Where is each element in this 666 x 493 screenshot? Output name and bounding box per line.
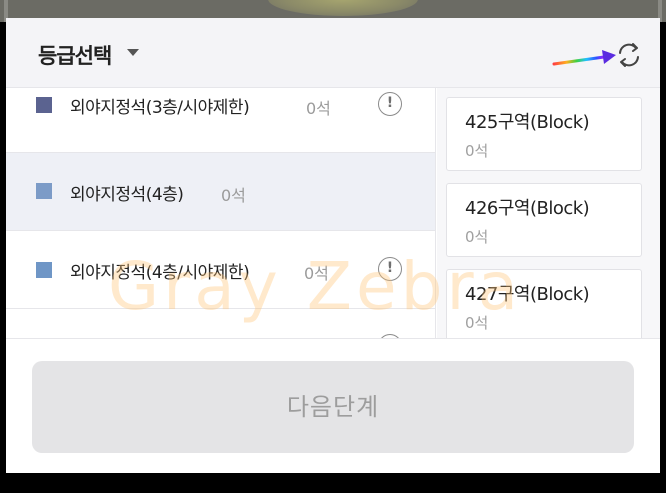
seat-selection-panel: 등급선택 외야지정석(3층/시야제한) 0석 ! 외야지정석(4층) 0석 외야… — [6, 18, 660, 473]
grade-select-title[interactable]: 등급선택 — [38, 40, 112, 70]
app-frame: 등급선택 외야지정석(3층/시야제한) 0석 ! 외야지정석(4층) 0석 외야… — [0, 0, 666, 493]
block-card[interactable]: 425구역(Block) 0석 — [446, 97, 642, 171]
block-name: 425구역(Block) — [465, 112, 590, 133]
block-card[interactable]: 426구역(Block) 0석 — [446, 183, 642, 257]
grade-seat-count: 0석 — [306, 99, 331, 118]
grade-name: 외야지정석(3층/시야제한) — [70, 98, 250, 118]
screen-bottom-edge — [0, 473, 666, 493]
panel-header: 등급선택 — [6, 18, 660, 88]
block-card[interactable]: 427구역(Block) 0석 — [446, 269, 642, 338]
info-icon[interactable]: ! — [378, 92, 402, 116]
block-list[interactable]: 425구역(Block) 0석 426구역(Block) 0석 427구역(Bl… — [437, 88, 660, 338]
bottom-action-bar: 다음단계 — [6, 338, 660, 473]
info-icon[interactable]: ! — [378, 257, 402, 281]
block-name: 427구역(Block) — [465, 284, 590, 305]
grade-name: 외야지정석(4층) — [70, 185, 184, 205]
block-seat-count: 0석 — [465, 228, 489, 246]
grade-color-swatch — [36, 97, 52, 113]
grade-color-swatch — [36, 183, 52, 199]
next-step-button[interactable]: 다음단계 — [32, 361, 634, 453]
grade-seat-count: 0석 — [221, 186, 246, 205]
refresh-icon[interactable] — [614, 40, 644, 70]
caret-down-icon[interactable] — [127, 49, 139, 56]
grade-seat-count: 0석 — [304, 264, 329, 283]
block-seat-count: 0석 — [465, 142, 489, 160]
block-seat-count: 0석 — [465, 314, 489, 332]
stadium-map-preview — [268, 0, 418, 16]
grade-list[interactable]: 외야지정석(3층/시야제한) 0석 ! 외야지정석(4층) 0석 외야지정석(4… — [6, 88, 436, 338]
block-name: 426구역(Block) — [465, 198, 590, 219]
arrow-pointer-icon — [552, 50, 616, 66]
grade-row[interactable]: ! — [6, 309, 435, 338]
grade-row[interactable]: 외야지정석(4층/시야제한) 0석 ! — [6, 231, 435, 309]
grade-row[interactable]: 외야지정석(3층/시야제한) 0석 ! — [6, 88, 435, 153]
grade-color-swatch — [36, 262, 52, 278]
grade-row[interactable]: 외야지정석(4층) 0석 — [6, 153, 435, 231]
grade-name: 외야지정석(4층/시야제한) — [70, 263, 250, 283]
